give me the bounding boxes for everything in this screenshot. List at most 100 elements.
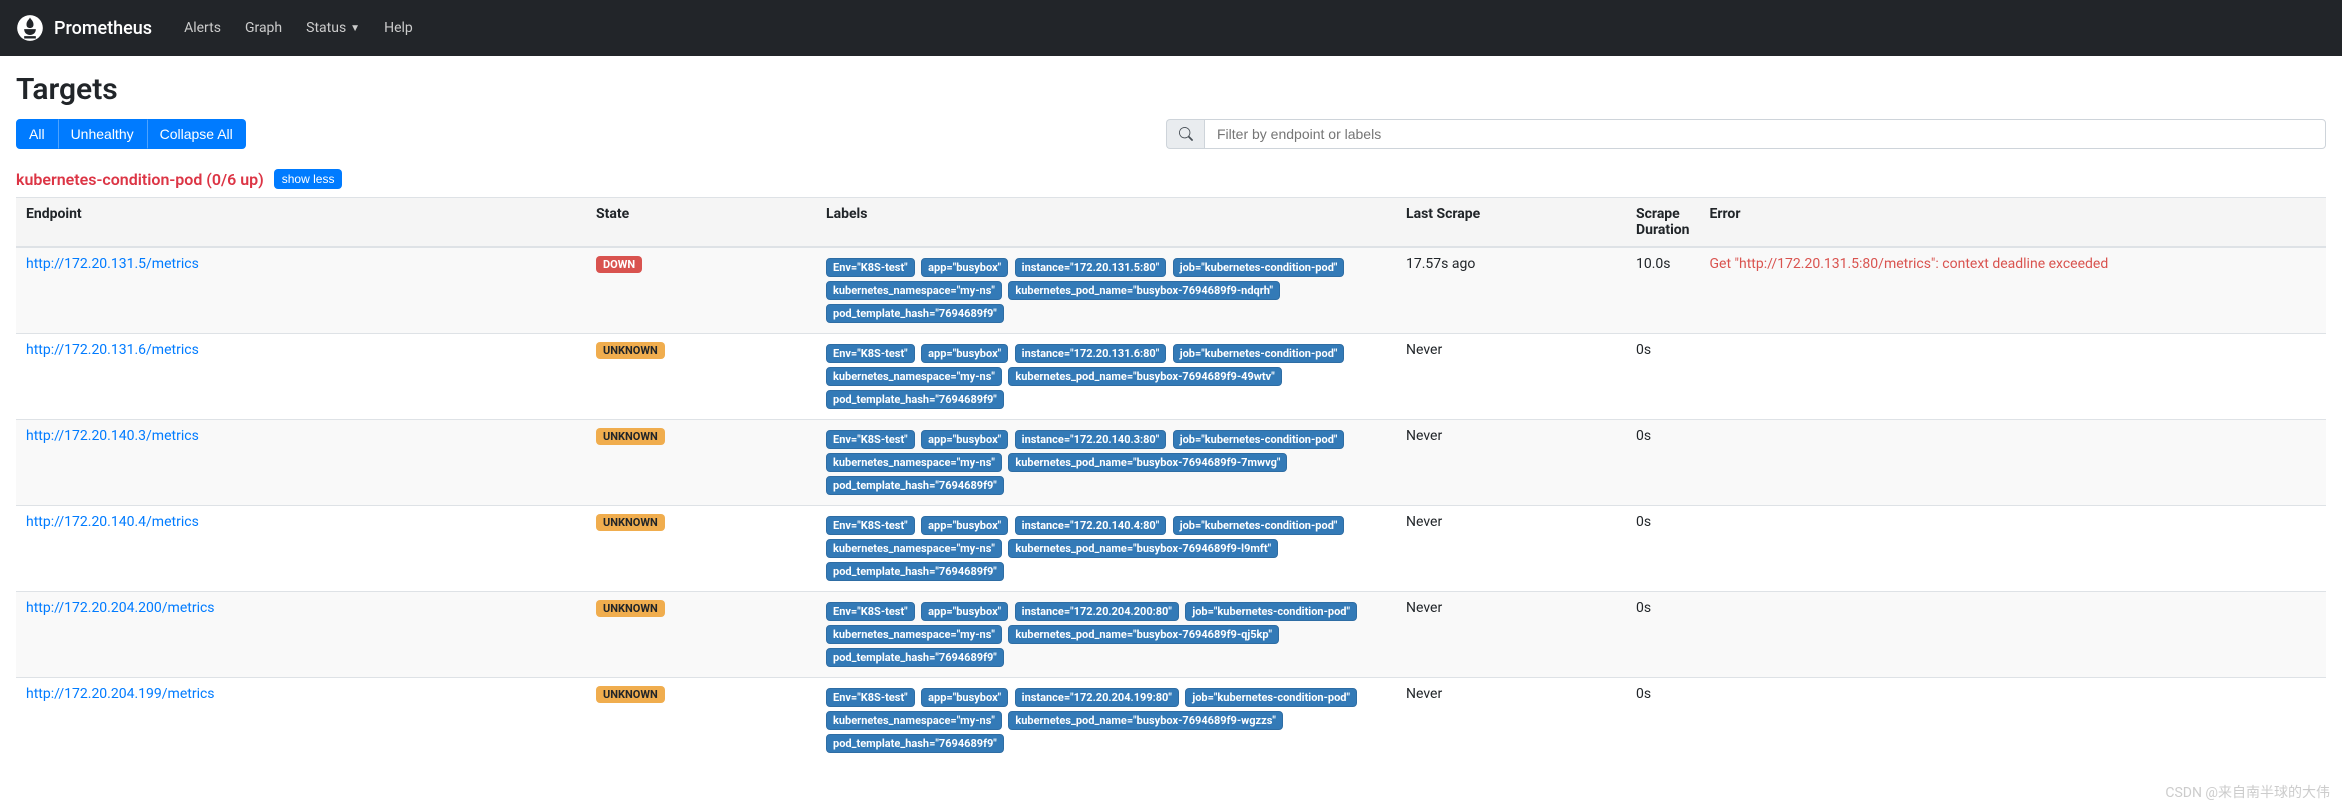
state-badge: UNKNOWN <box>596 342 665 359</box>
pool-title: kubernetes-condition-pod (0/6 up) <box>16 170 264 189</box>
state-badge: DOWN <box>596 256 642 273</box>
brand-link[interactable]: Prometheus <box>16 14 152 42</box>
table-row: http://172.20.131.6/metrics UNKNOWN Env="K… <box>16 334 2326 420</box>
th-last-scrape: Last Scrape <box>1396 198 1626 248</box>
th-labels: Labels <box>816 198 1396 248</box>
search-icon <box>1166 119 1204 149</box>
watermark: CSDN @来自南半球的大伟 <box>2165 782 2330 802</box>
label-badge: Env="K8S-test" <box>826 688 915 707</box>
th-state: State <box>586 198 816 248</box>
duration-cell: 0s <box>1626 506 1700 592</box>
endpoint-link[interactable]: http://172.20.204.199/metrics <box>26 686 215 702</box>
table-row: http://172.20.204.200/metrics UNKNOWN Env=… <box>16 592 2326 678</box>
label-badge: pod_template_hash="7694689f9" <box>826 562 1004 581</box>
table-row: http://172.20.140.4/metrics UNKNOWN Env="K… <box>16 506 2326 592</box>
label-badge: app="busybox" <box>921 258 1008 277</box>
state-badge: UNKNOWN <box>596 514 665 531</box>
caret-down-icon: ▼ <box>350 23 360 34</box>
unhealthy-button[interactable]: Unhealthy <box>58 119 147 149</box>
label-badge: app="busybox" <box>921 688 1008 707</box>
nav-help[interactable]: Help <box>372 12 425 44</box>
label-badge: kubernetes_namespace="my-ns" <box>826 539 1002 558</box>
labels-cell: Env="K8S-test" app="busybox" instance="1… <box>816 678 1396 764</box>
duration-cell: 10.0s <box>1626 247 1700 334</box>
label-badge: pod_template_hash="7694689f9" <box>826 304 1004 323</box>
labels-cell: Env="K8S-test" app="busybox" instance="1… <box>816 334 1396 420</box>
labels-cell: Env="K8S-test" app="busybox" instance="1… <box>816 247 1396 334</box>
label-badge: Env="K8S-test" <box>826 516 915 535</box>
label-badge: kubernetes_namespace="my-ns" <box>826 453 1002 472</box>
label-badge: instance="172.20.131.6:80" <box>1015 344 1167 363</box>
search-input[interactable] <box>1204 119 2326 149</box>
label-badge: kubernetes_pod_name="busybox-7694689f9-l… <box>1008 539 1278 558</box>
brand-text: Prometheus <box>54 18 152 39</box>
table-row: http://172.20.204.199/metricsUNKNOWNEnv=… <box>16 678 2326 764</box>
th-error: Error <box>1700 198 2326 248</box>
last-scrape-cell: Never <box>1396 678 1626 764</box>
last-scrape-cell: Never <box>1396 592 1626 678</box>
last-scrape-cell: Never <box>1396 506 1626 592</box>
label-badge: job="kubernetes-condition-pod" <box>1173 516 1345 535</box>
endpoint-link[interactable]: http://172.20.131.5/metrics <box>26 256 199 272</box>
label-badge: instance="172.20.204.200:80" <box>1015 602 1179 621</box>
table-row: http://172.20.131.5/metrics DOWN Env="K8S-… <box>16 247 2326 334</box>
top-navbar: Prometheus Alerts Graph Status ▼ Help <box>0 0 2342 56</box>
label-badge: Env="K8S-test" <box>826 258 915 277</box>
label-badge: job="kubernetes-condition-pod" <box>1173 344 1345 363</box>
label-badge: kubernetes_namespace="my-ns" <box>826 367 1002 386</box>
targets-table: Endpoint State Labels Last Scrape Scrape… <box>16 197 2326 763</box>
nav-graph[interactable]: Graph <box>233 12 294 44</box>
pool-header: kubernetes-condition-pod (0/6 up) show l… <box>16 169 2326 189</box>
search-group <box>1166 119 2326 149</box>
label-badge: instance="172.20.140.3:80" <box>1015 430 1167 449</box>
main-container: Targets All Unhealthy Collapse All kuber… <box>0 56 2342 763</box>
th-endpoint: Endpoint <box>16 198 586 248</box>
nav-status[interactable]: Status ▼ <box>294 12 372 44</box>
table-row: http://172.20.140.3/metricsUNKNOWNEnv="K… <box>16 420 2326 506</box>
error-text: Get "http://172.20.131.5:80/metrics": co… <box>1710 256 2109 272</box>
filter-button-group: All Unhealthy Collapse All <box>16 119 246 149</box>
endpoint-link[interactable]: http://172.20.131.6/metrics <box>26 342 199 358</box>
duration-cell: 0s <box>1626 678 1700 764</box>
label-badge: Env="K8S-test" <box>826 344 915 363</box>
endpoint-link[interactable]: http://172.20.204.200/metrics <box>26 600 215 616</box>
labels-cell: Env="K8S-test" app="busybox" instance="1… <box>816 506 1396 592</box>
prometheus-logo-icon <box>16 14 44 42</box>
label-badge: pod_template_hash="7694689f9" <box>826 390 1004 409</box>
duration-cell: 0s <box>1626 420 1700 506</box>
state-badge: UNKNOWN <box>596 600 665 617</box>
label-badge: job="kubernetes-condition-pod" <box>1185 602 1357 621</box>
page-title: Targets <box>16 72 2326 107</box>
label-badge: job="kubernetes-condition-pod" <box>1185 688 1357 707</box>
label-badge: app="busybox" <box>921 430 1008 449</box>
label-badge: kubernetes_namespace="my-ns" <box>826 281 1002 300</box>
label-badge: pod_template_hash="7694689f9" <box>826 734 1004 753</box>
filter-row: All Unhealthy Collapse All <box>16 119 2326 149</box>
label-badge: job="kubernetes-condition-pod" <box>1173 258 1345 277</box>
label-badge: Env="K8S-test" <box>826 602 915 621</box>
label-badge: kubernetes_pod_name="busybox-7694689f9-7… <box>1008 453 1287 472</box>
label-badge: pod_template_hash="7694689f9" <box>826 648 1004 667</box>
labels-cell: Env="K8S-test" app="busybox" instance="1… <box>816 420 1396 506</box>
show-less-button[interactable]: show less <box>274 169 343 189</box>
label-badge: app="busybox" <box>921 602 1008 621</box>
label-badge: Env="K8S-test" <box>826 430 915 449</box>
label-badge: kubernetes_pod_name="busybox-7694689f9-n… <box>1008 281 1280 300</box>
label-badge: job="kubernetes-condition-pod" <box>1173 430 1345 449</box>
duration-cell: 0s <box>1626 334 1700 420</box>
label-badge: kubernetes_pod_name="busybox-7694689f9-4… <box>1008 367 1281 386</box>
duration-cell: 0s <box>1626 592 1700 678</box>
nav-status-label: Status <box>306 20 346 36</box>
label-badge: instance="172.20.140.4:80" <box>1015 516 1167 535</box>
th-duration: Scrape Duration <box>1626 198 1700 248</box>
endpoint-link[interactable]: http://172.20.140.3/metrics <box>26 428 199 444</box>
last-scrape-cell: Never <box>1396 334 1626 420</box>
label-badge: kubernetes_namespace="my-ns" <box>826 711 1002 730</box>
all-button[interactable]: All <box>16 119 58 149</box>
label-badge: kubernetes_pod_name="busybox-7694689f9-w… <box>1008 711 1283 730</box>
endpoint-link[interactable]: http://172.20.140.4/metrics <box>26 514 199 530</box>
collapse-all-button[interactable]: Collapse All <box>147 119 246 149</box>
label-badge: kubernetes_namespace="my-ns" <box>826 625 1002 644</box>
label-badge: pod_template_hash="7694689f9" <box>826 476 1004 495</box>
nav-alerts[interactable]: Alerts <box>172 12 233 44</box>
